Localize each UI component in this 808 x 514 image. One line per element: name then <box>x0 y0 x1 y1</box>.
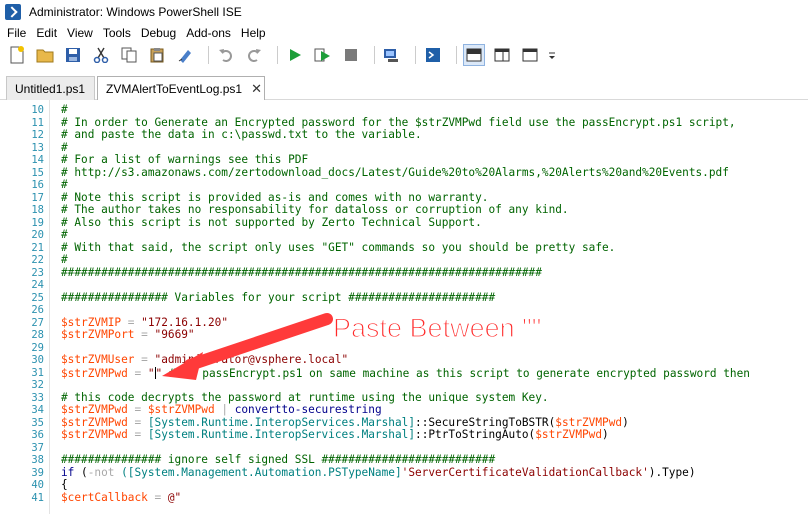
annotation-arrow <box>162 313 333 380</box>
annotation-label: Paste Between "" <box>332 312 542 343</box>
